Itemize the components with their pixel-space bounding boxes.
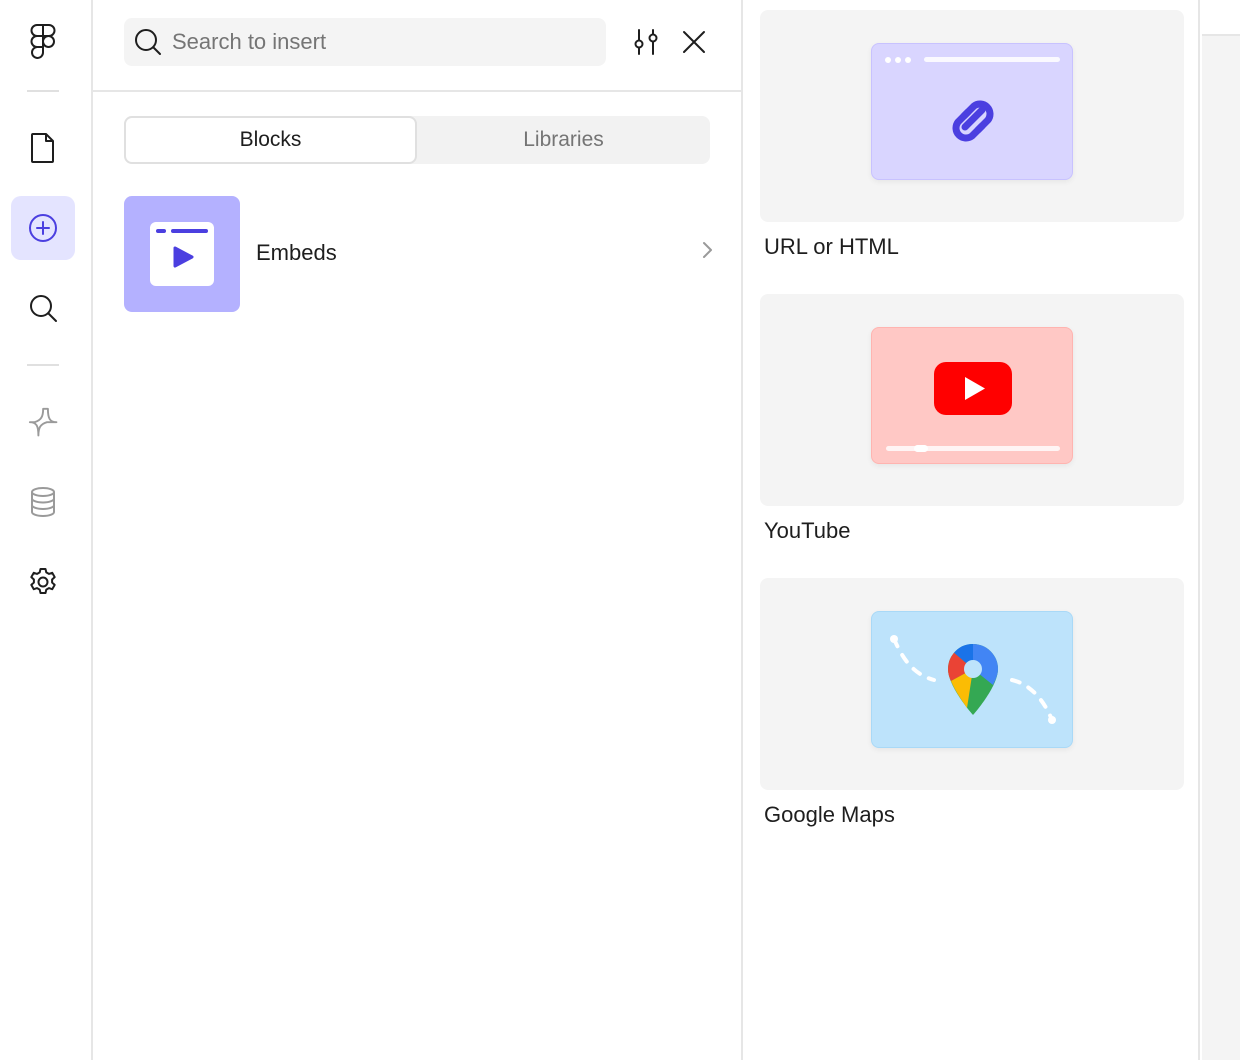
card-preview: [760, 10, 1184, 222]
embed-card-label: YouTube: [764, 518, 851, 543]
left-rail: [0, 0, 93, 1060]
embed-card-google-maps[interactable]: Google Maps: [760, 578, 1184, 838]
rail-components-button[interactable]: [11, 390, 75, 454]
canvas-toolbar-edge: [1202, 0, 1240, 36]
rail-separator: [27, 364, 59, 366]
search-box[interactable]: [124, 18, 606, 66]
search-input[interactable]: [172, 29, 592, 55]
canvas-edge: [1202, 36, 1240, 1060]
rail-insert-button[interactable]: [11, 196, 75, 260]
card-preview: [760, 294, 1184, 506]
embeds-video-icon: [150, 222, 214, 286]
figma-logo-icon: [30, 24, 56, 59]
filter-button[interactable]: [628, 24, 664, 60]
rail-pages-button[interactable]: [11, 116, 75, 180]
panel-header: [93, 0, 743, 92]
embeds-thumbnail: [124, 196, 240, 312]
rail-search-button[interactable]: [11, 276, 75, 340]
rail-settings-button[interactable]: [11, 550, 75, 614]
insert-panel: Blocks Libraries Embeds: [93, 0, 743, 1060]
maps-preview: [871, 611, 1073, 748]
figma-logo-button[interactable]: [11, 10, 75, 74]
embeds-label: Embeds: [256, 240, 337, 265]
card-preview: [760, 578, 1184, 790]
embed-card-label: Google Maps: [764, 802, 895, 827]
tab-blocks[interactable]: Blocks: [124, 116, 417, 164]
url-preview: [871, 43, 1073, 180]
tab-libraries[interactable]: Libraries: [417, 116, 710, 164]
file-icon: [31, 133, 54, 163]
search-icon: [30, 295, 57, 322]
rail-database-button[interactable]: [11, 470, 75, 534]
chevron-right-icon: [703, 242, 712, 258]
close-icon: [683, 31, 705, 53]
list-item-embeds[interactable]: Embeds: [124, 196, 714, 312]
database-icon: [31, 487, 55, 518]
sliders-filter-icon: [634, 29, 658, 55]
embed-card-label: URL or HTML: [764, 234, 899, 259]
components-icon: [28, 407, 58, 437]
youtube-icon: [886, 362, 1060, 452]
embed-card-url-html[interactable]: URL or HTML: [760, 10, 1184, 270]
google-maps-pin-icon: [890, 635, 1056, 724]
tab-switcher: Blocks Libraries: [124, 116, 710, 164]
rail-separator: [27, 90, 59, 92]
close-button[interactable]: [676, 24, 712, 60]
settings-gear-icon: [30, 568, 56, 594]
link-icon: [885, 57, 1060, 142]
embeds-gallery: URL or HTML YouTube Google Maps: [745, 0, 1200, 1060]
youtube-preview: [871, 327, 1073, 464]
embed-card-youtube[interactable]: YouTube: [760, 294, 1184, 554]
search-icon: [135, 29, 161, 55]
insert-plus-icon: [29, 214, 57, 242]
